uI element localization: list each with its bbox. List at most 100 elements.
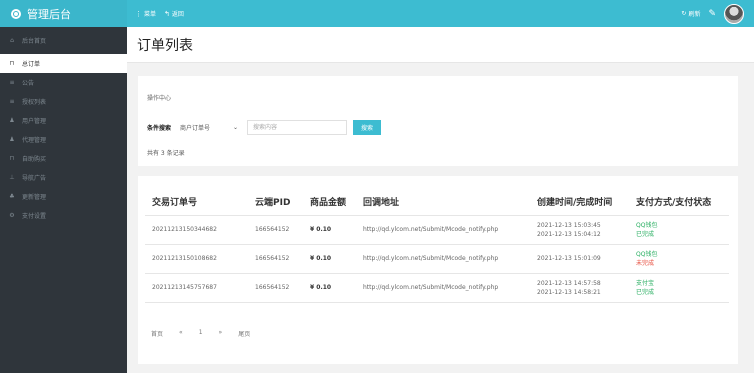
sidebar-item-label: 代理管理 xyxy=(22,137,47,144)
table-header-row: 交易订单号 云端PID 商品金额 回调地址 创建时间/完成时间 支付方式/支付状… xyxy=(145,188,729,216)
cart-icon: ⊓ xyxy=(9,60,15,67)
refresh-icon: ↻ xyxy=(681,10,687,17)
tools-button[interactable]: ✎ xyxy=(708,9,716,19)
search-label: 条件搜索 xyxy=(147,124,172,132)
page-number[interactable]: 1 xyxy=(199,329,203,338)
sidebar-item-label: 后台首页 xyxy=(22,38,47,45)
amount: ¥ 0.10 xyxy=(310,284,332,291)
search-input[interactable] xyxy=(247,119,348,135)
created-time: 2021-12-13 15:01:09 xyxy=(537,255,601,262)
pid-cell: 166564152 xyxy=(248,215,303,245)
back-label: 返回 xyxy=(171,11,184,18)
pay-status: 未完成 xyxy=(636,259,655,267)
list-icon: ≡ xyxy=(9,79,15,86)
created-time: 2021-12-13 14:57:58 xyxy=(537,279,601,287)
back-arrow-icon: ↰ xyxy=(164,9,170,18)
page-first[interactable]: 首页 xyxy=(151,329,163,338)
sitemap-icon: ⊥ xyxy=(9,174,15,181)
page-title: 订单列表 xyxy=(137,38,193,54)
refresh-label: 刷新 xyxy=(688,11,701,18)
sidebar-item-1[interactable]: ⌂ 后台首页 xyxy=(0,27,127,54)
pid-cell: 166564152 xyxy=(248,273,303,303)
pay-method: QQ钱包 xyxy=(636,221,658,229)
search-field-select[interactable]: 商户订单号 ⌄ xyxy=(177,119,242,135)
callback-url: http://qd.ylcom.net/Submit/Mcode_notify.… xyxy=(363,226,499,233)
back-button[interactable]: ↰ 返回 xyxy=(164,9,184,19)
completed-time: 2021-12-13 14:58:21 xyxy=(537,288,601,296)
order-id-cell: 20211213150108682 xyxy=(145,244,248,274)
menu-icon: ⋮ xyxy=(135,9,142,18)
cart-icon: ⊓ xyxy=(9,155,15,162)
time-cell: 2021-12-13 14:57:58 2021-12-13 14:58:21 xyxy=(530,273,629,303)
amount: ¥ 0.10 xyxy=(310,226,332,233)
user-icon: ♟ xyxy=(9,117,15,124)
cog-icon: ⚙ xyxy=(9,212,15,219)
pay-status-cell: QQ钱包 未完成 xyxy=(629,244,729,274)
pay-status: 已完成 xyxy=(636,230,655,238)
order-id: 20211213150108682 xyxy=(152,255,217,262)
sidebar-item-label: 支付设置 xyxy=(22,213,47,220)
pay-status-cell: QQ钱包 已完成 xyxy=(629,215,729,245)
sidebar-item-9[interactable]: ♣ 更新管理 xyxy=(0,187,127,206)
avatar[interactable] xyxy=(724,3,744,24)
page-next[interactable]: » xyxy=(219,329,223,338)
select-value: 商户订单号 xyxy=(180,124,211,132)
sidebar-item-3[interactable]: ≡ 公告 xyxy=(0,73,127,92)
amount-cell: ¥ 0.10 xyxy=(303,244,356,274)
record-count: 共有 3 条记录 xyxy=(147,150,185,157)
col-time: 创建时间/完成时间 xyxy=(530,188,629,216)
refresh-button[interactable]: ↻ 刷新 xyxy=(681,9,700,18)
sidebar-item-label: 自助购买 xyxy=(22,156,47,163)
chevron-down-icon: ⌄ xyxy=(232,123,239,131)
top-bar: 管理后台 ⋮ 菜单 ↰ 返回 ↻ 刷新 ✎ xyxy=(0,0,754,27)
orders-table: 交易订单号 云端PID 商品金额 回调地址 创建时间/完成时间 支付方式/支付状… xyxy=(145,188,729,303)
pid-cell: 166564152 xyxy=(248,244,303,274)
pagination: 首页 « 1 » 尾页 xyxy=(151,329,250,338)
callback-url: http://qd.ylcom.net/Submit/Mcode_notify.… xyxy=(363,255,499,262)
home-icon: ⌂ xyxy=(10,37,14,44)
page-last[interactable]: 尾页 xyxy=(238,329,250,338)
sidebar-item-label: 总订单 xyxy=(22,61,41,68)
time-cell: 2021-12-13 15:03:45 2021-12-13 15:04:12 xyxy=(530,215,629,245)
menu-toggle-button[interactable]: ⋮ 菜单 xyxy=(135,9,157,19)
brand-title: 管理后台 xyxy=(27,7,71,21)
pid: 166564152 xyxy=(255,284,290,291)
sidebar-item-5[interactable]: ♟ 用户管理 xyxy=(0,111,127,130)
callback-cell: http://qd.ylcom.net/Submit/Mcode_notify.… xyxy=(356,273,530,303)
amount: ¥ 0.10 xyxy=(310,255,332,262)
sidebar-item-10[interactable]: ⚙ 支付设置 xyxy=(0,206,127,225)
completed-time: 2021-12-13 15:04:12 xyxy=(537,230,601,238)
sidebar-item-8[interactable]: ⊥ 导航广告 xyxy=(0,168,127,187)
callback-url: http://qd.ylcom.net/Submit/Mcode_notify.… xyxy=(363,284,499,291)
sidebar-item-2[interactable]: ⊓ 总订单 xyxy=(0,54,127,73)
sidebar-item-label: 用户管理 xyxy=(22,118,47,125)
logo-icon xyxy=(11,8,21,19)
pay-status-cell: 支付宝 已完成 xyxy=(629,273,729,303)
sidebar-item-4[interactable]: ≡ 授权列表 xyxy=(0,92,127,111)
callback-cell: http://qd.ylcom.net/Submit/Mcode_notify.… xyxy=(356,244,530,274)
table-row: 20211213150344682 166564152 ¥ 0.10 http://q… xyxy=(145,215,729,245)
sidebar-item-label: 公告 xyxy=(22,80,35,87)
page-prev[interactable]: « xyxy=(179,329,183,338)
col-callback: 回调地址 xyxy=(356,188,530,216)
top-nav: ⋮ 菜单 ↰ 返回 xyxy=(135,0,184,27)
pay-method: 支付宝 xyxy=(636,279,655,287)
search-button[interactable]: 搜索 xyxy=(353,119,382,135)
pid: 166564152 xyxy=(255,255,290,262)
amount-cell: ¥ 0.10 xyxy=(303,273,356,303)
time-cell: 2021-12-13 15:01:09 xyxy=(530,244,629,274)
pid: 166564152 xyxy=(255,226,290,233)
order-id-cell: 20211213150344682 xyxy=(145,215,248,245)
col-pay-status: 支付方式/支付状态 xyxy=(629,188,729,216)
brand[interactable]: 管理后台 xyxy=(0,0,127,27)
sidebar-item-6[interactable]: ♟ 代理管理 xyxy=(0,130,127,149)
pay-status: 已完成 xyxy=(636,288,655,296)
operation-title: 操作中心 xyxy=(147,95,172,102)
order-id-cell: 20211213145757687 xyxy=(145,273,248,303)
order-id: 20211213150344682 xyxy=(152,226,217,233)
operation-panel: 操作中心 条件搜索 商户订单号 ⌄ 搜索 共有 3 条记录 xyxy=(138,76,738,166)
user-icon: ♟ xyxy=(9,136,15,143)
sidebar-item-label: 更新管理 xyxy=(22,194,47,201)
sidebar-item-7[interactable]: ⊓ 自助购买 xyxy=(0,149,127,168)
menu-label: 菜单 xyxy=(144,11,157,18)
